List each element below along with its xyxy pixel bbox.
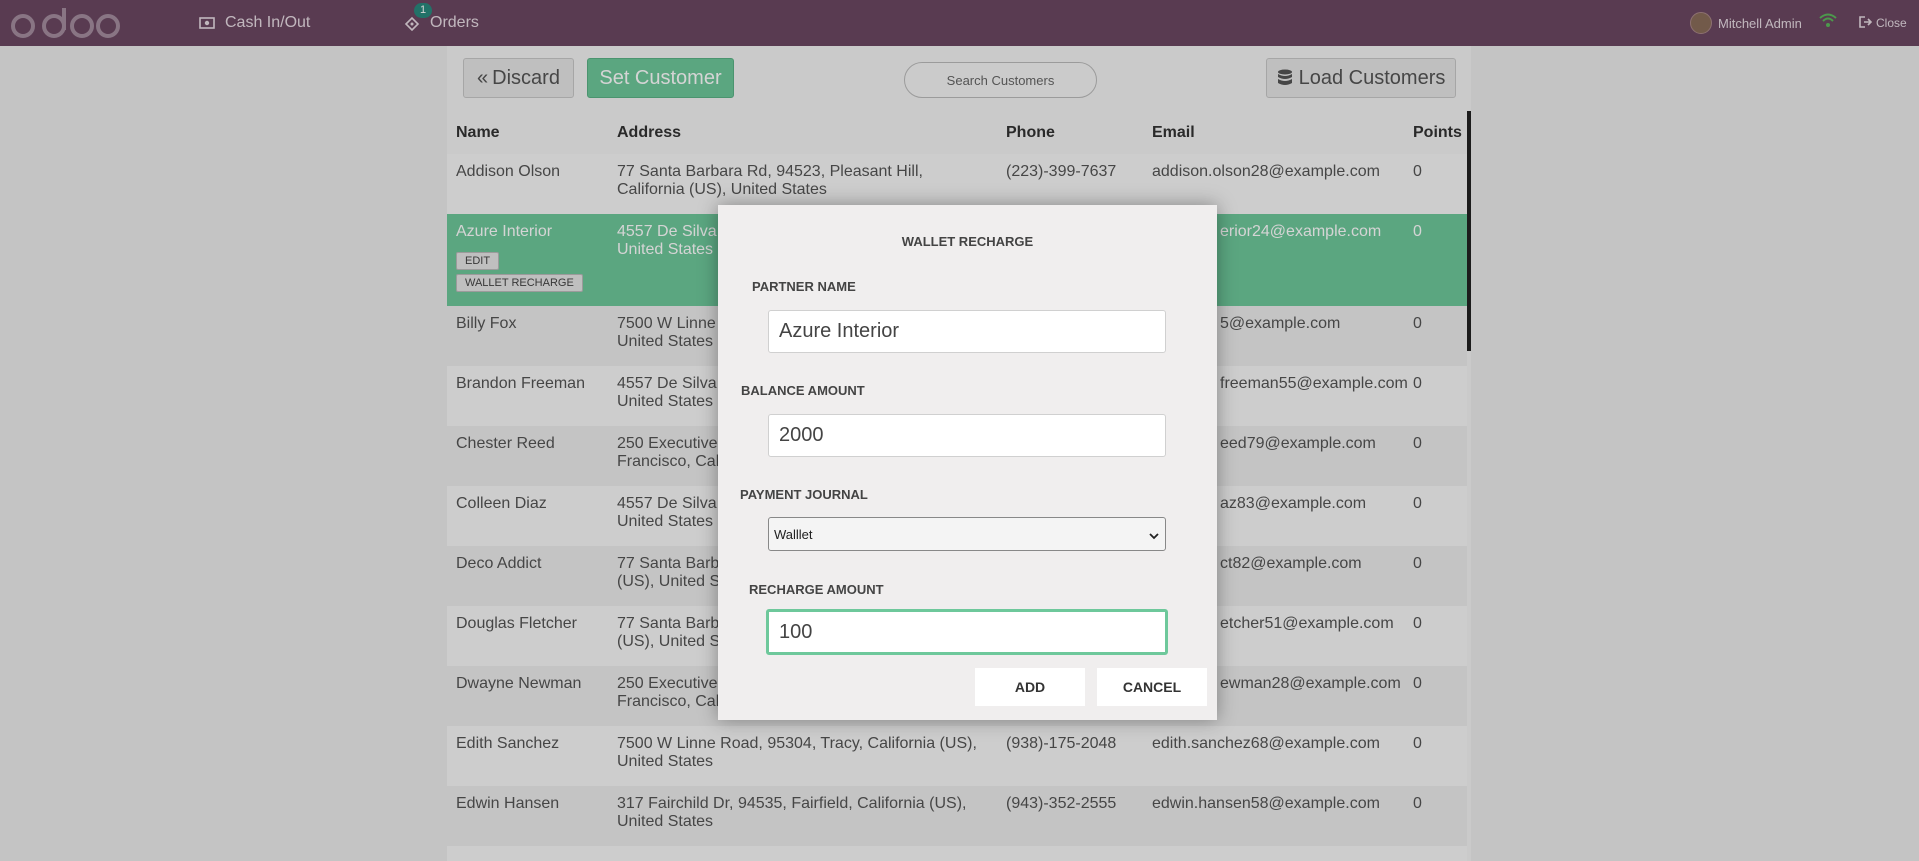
payment-journal-select[interactable]: Walllet	[768, 517, 1166, 551]
add-button[interactable]: ADD	[975, 668, 1085, 706]
payment-journal-selected: Walllet	[774, 526, 813, 542]
cancel-label: CANCEL	[1122, 679, 1182, 695]
chevron-down-icon	[1149, 528, 1159, 543]
payment-journal-label: PAYMENT JOURNAL	[740, 487, 868, 502]
recharge-amount-field[interactable]: 100	[766, 609, 1168, 655]
balance-amount-label: BALANCE AMOUNT	[741, 383, 865, 398]
partner-name-value: Azure Interior	[779, 320, 900, 342]
add-label: ADD	[1014, 679, 1046, 695]
cancel-button[interactable]: CANCEL	[1097, 668, 1207, 706]
recharge-amount-value: 100	[779, 620, 813, 643]
balance-amount-field[interactable]: 2000	[768, 414, 1166, 457]
wallet-recharge-dialog: WALLET RECHARGE PARTNER NAME Azure Inter…	[718, 205, 1217, 720]
partner-name-label: PARTNER NAME	[752, 279, 856, 294]
balance-amount-value: 2000	[779, 424, 824, 446]
partner-name-field[interactable]: Azure Interior	[768, 310, 1166, 353]
recharge-amount-label: RECHARGE AMOUNT	[749, 582, 884, 597]
dialog-title: WALLET RECHARGE	[901, 234, 1034, 249]
